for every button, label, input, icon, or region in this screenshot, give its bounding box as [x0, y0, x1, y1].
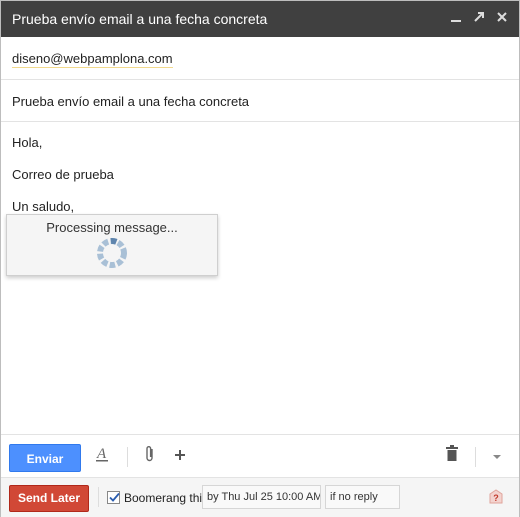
close-icon[interactable]	[493, 9, 511, 29]
processing-text: Processing message...	[46, 220, 178, 235]
recipient-address[interactable]: diseno@webpamplona.com	[12, 51, 173, 68]
chevron-down-icon[interactable]	[486, 445, 508, 469]
boomerang-bar: Send Later Boomerang this by Thu Jul 25 …	[1, 477, 519, 517]
subject-value[interactable]: Prueba envío email a una fecha concreta	[12, 94, 249, 109]
plus-icon[interactable]	[169, 445, 191, 469]
compose-title-bar[interactable]: Prueba envío email a una fecha concreta	[1, 1, 519, 37]
popout-icon[interactable]	[470, 9, 488, 29]
compose-window: Prueba envío email a una fecha concreta …	[0, 0, 520, 517]
send-later-button[interactable]: Send Later	[9, 485, 89, 512]
processing-message-popup: Processing message...	[6, 214, 218, 276]
send-button[interactable]: Enviar	[9, 444, 81, 472]
trash-icon[interactable]	[441, 445, 463, 469]
toolbar-divider	[127, 447, 128, 467]
boomerang-checkbox[interactable]	[107, 491, 120, 504]
to-field[interactable]: diseno@webpamplona.com	[1, 37, 519, 80]
loading-spinner-icon	[97, 238, 127, 268]
minimize-icon[interactable]	[447, 9, 465, 29]
subject-field[interactable]: Prueba envío email a una fecha concreta	[1, 80, 519, 122]
formatting-icon[interactable]: A	[91, 445, 113, 469]
toolbar-divider	[475, 447, 476, 467]
boomerang-date-field[interactable]: by Thu Jul 25 10:00 AM	[202, 485, 321, 509]
message-body[interactable]: Hola, Correo de prueba Un saludo,	[1, 122, 519, 434]
toolbar-divider	[98, 487, 99, 507]
body-line-signoff: Un saludo,	[12, 199, 75, 214]
checkmark-icon	[109, 492, 120, 502]
svg-text:?: ?	[493, 493, 499, 503]
compose-title: Prueba envío email a una fecha concreta	[12, 11, 268, 27]
paperclip-icon[interactable]	[139, 445, 161, 469]
svg-text:A: A	[96, 446, 107, 462]
compose-toolbar: Enviar A	[1, 434, 519, 477]
boomerang-condition-field[interactable]: if no reply	[325, 485, 400, 509]
body-line-text: Correo de prueba	[12, 167, 114, 182]
body-line-greeting: Hola,	[12, 135, 43, 150]
boomerang-label: Boomerang this	[124, 491, 209, 505]
help-icon[interactable]: ?	[488, 489, 504, 505]
